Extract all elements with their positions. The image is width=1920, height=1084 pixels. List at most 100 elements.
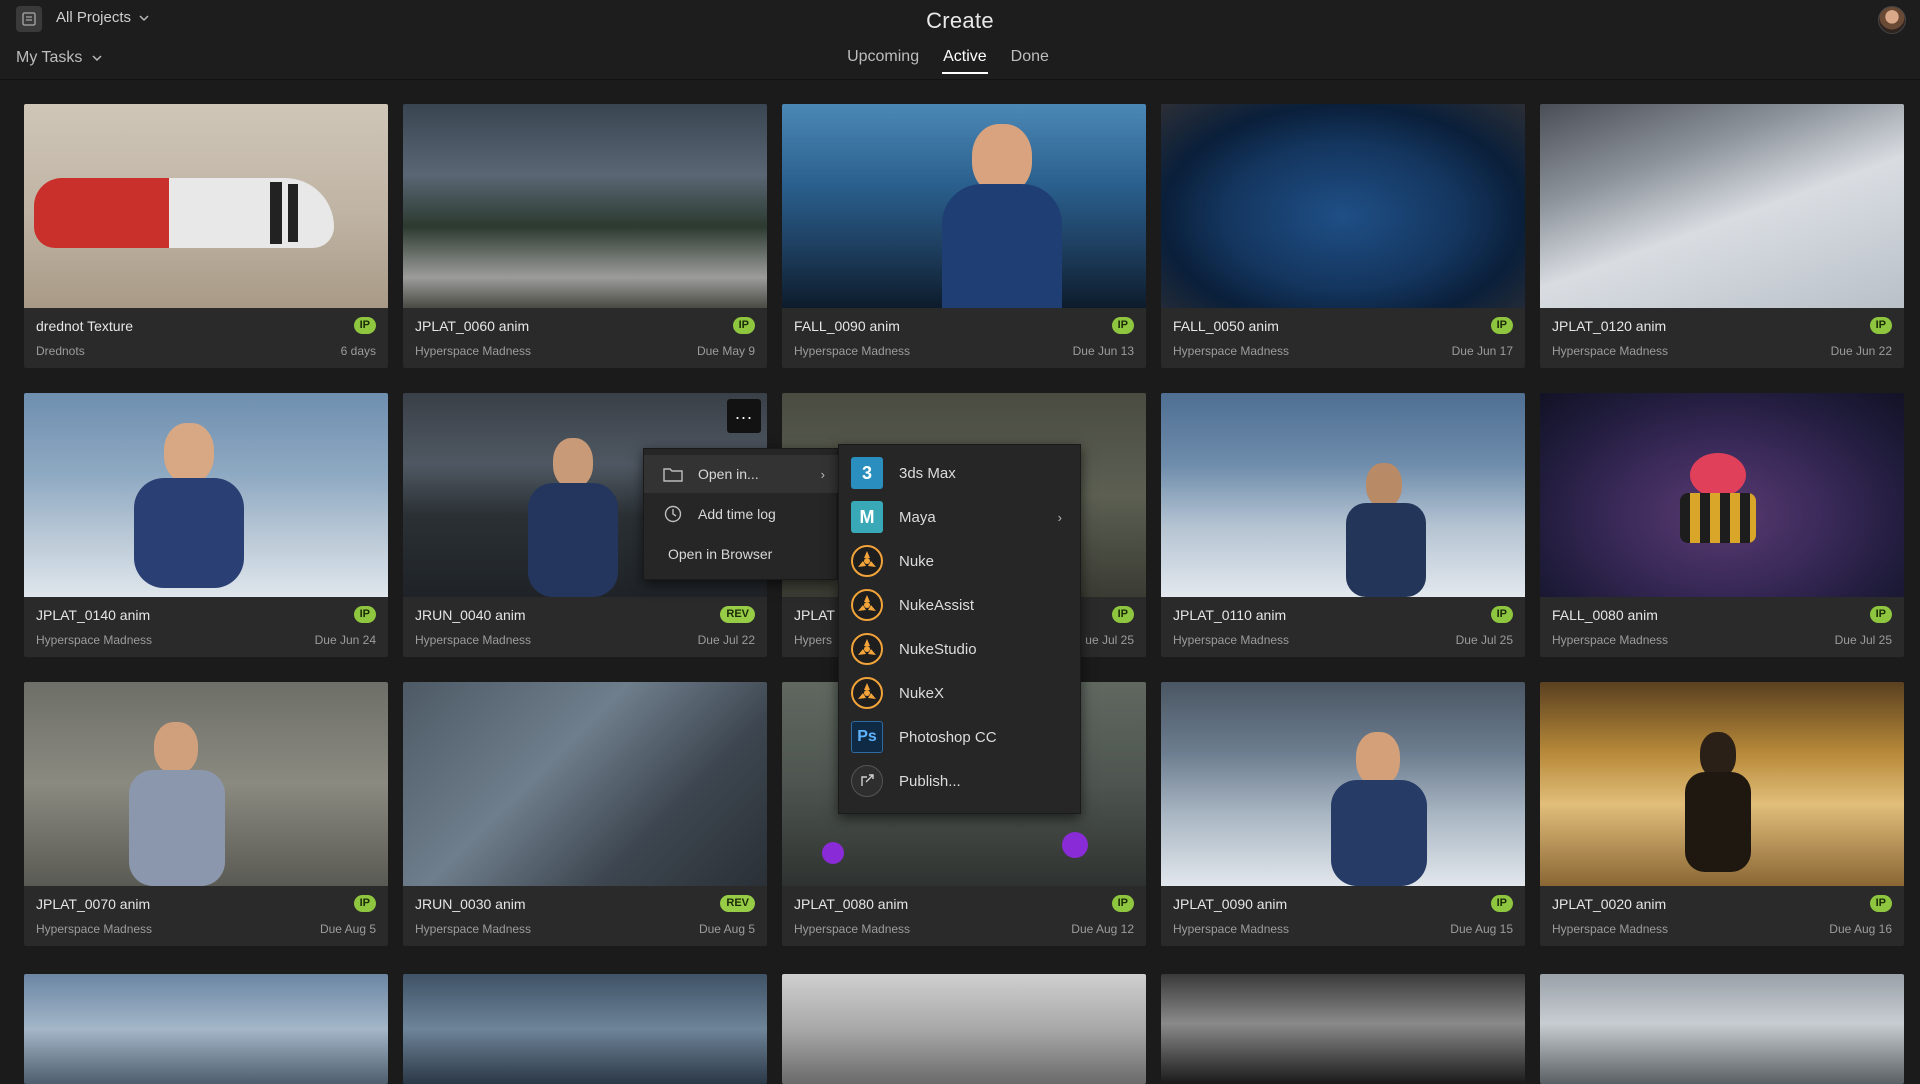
submenu-item-photoshop[interactable]: Ps Photoshop CC bbox=[839, 715, 1082, 759]
task-project: Hyperspace Madness bbox=[794, 344, 911, 358]
task-project: Hyperspace Madness bbox=[1552, 633, 1669, 647]
task-due-date: Due Jul 25 bbox=[1834, 633, 1892, 647]
task-title: JPLAT_0060 anim bbox=[415, 318, 530, 334]
submenu-item-label: NukeX bbox=[899, 684, 945, 702]
task-due-date: Due Jun 24 bbox=[314, 633, 376, 647]
task-card[interactable] bbox=[1161, 974, 1525, 1084]
task-due-date: Due May 9 bbox=[696, 344, 755, 358]
submenu-item-nukex[interactable]: NukeX bbox=[839, 671, 1082, 715]
task-project: Hyperspace Madness bbox=[794, 922, 911, 936]
task-project: Hyperspace Madness bbox=[415, 344, 532, 358]
3dsmax-icon: 3 bbox=[851, 457, 883, 489]
card-more-button[interactable]: ... bbox=[727, 399, 761, 433]
tab-upcoming[interactable]: Upcoming bbox=[847, 48, 919, 72]
status-badge: IP bbox=[353, 606, 376, 623]
task-project: Hyperspace Madness bbox=[415, 633, 532, 647]
task-due-date: ue Jul 25 bbox=[1085, 633, 1134, 647]
task-thumbnail bbox=[1161, 682, 1525, 886]
task-thumbnail bbox=[1540, 393, 1904, 597]
task-project: Hyperspace Madness bbox=[1552, 922, 1669, 936]
menu-item-add-time-log[interactable]: Add time log bbox=[644, 495, 839, 533]
task-context-menu: Open in... › Add time log Open in Browse… bbox=[643, 448, 839, 580]
task-card[interactable]: FALL_0050 anim IP Hyperspace Madness Due… bbox=[1161, 104, 1525, 368]
task-thumbnail bbox=[1161, 974, 1525, 1084]
submenu-item-label: Maya bbox=[899, 508, 936, 526]
status-badge: IP bbox=[1869, 606, 1892, 623]
task-title: JPLAT_0120 anim bbox=[1552, 318, 1667, 334]
task-due-date: Due Aug 12 bbox=[1071, 922, 1134, 936]
task-card[interactable]: JPLAT_0060 anim IP Hyperspace Madness Du… bbox=[403, 104, 767, 368]
status-tabs: Upcoming Active Done bbox=[0, 48, 1920, 74]
task-project: Hyperspace Madness bbox=[1552, 344, 1669, 358]
task-thumbnail bbox=[24, 682, 388, 886]
status-badge: REV bbox=[720, 895, 755, 912]
menu-item-open-in-browser[interactable]: Open in Browser bbox=[644, 535, 839, 573]
task-thumbnail bbox=[403, 682, 767, 886]
clock-icon bbox=[662, 503, 684, 525]
task-card[interactable]: JRUN_0030 anim REV Hyperspace Madness Du… bbox=[403, 682, 767, 946]
task-card[interactable]: JPLAT_0140 anim IP Hyperspace Madness Du… bbox=[24, 393, 388, 657]
nukestudio-icon bbox=[851, 633, 883, 665]
task-card[interactable] bbox=[1540, 974, 1904, 1084]
task-title: JRUN_0030 anim bbox=[415, 896, 526, 912]
tab-active[interactable]: Active bbox=[942, 48, 988, 74]
tab-done[interactable]: Done bbox=[1011, 48, 1049, 72]
submenu-item-maya[interactable]: M Maya › bbox=[839, 495, 1082, 539]
task-card[interactable]: FALL_0080 anim IP Hyperspace Madness Due… bbox=[1540, 393, 1904, 657]
task-title: JPLAT_0090 anim bbox=[1173, 896, 1288, 912]
menu-item-open-in[interactable]: Open in... › bbox=[644, 455, 839, 493]
task-project: Hypers bbox=[794, 633, 833, 647]
folder-icon bbox=[662, 463, 684, 485]
task-title: FALL_0090 anim bbox=[794, 318, 900, 334]
submenu-item-label: NukeAssist bbox=[899, 596, 975, 614]
task-due-date: Due Jun 22 bbox=[1830, 344, 1892, 358]
submenu-item-nuke[interactable]: Nuke bbox=[839, 539, 1082, 583]
task-title: JPLAT_0070 anim bbox=[36, 896, 151, 912]
nuke-icon bbox=[851, 545, 883, 577]
app-header: All Projects My Tasks Create Upcoming Ac… bbox=[0, 0, 1920, 80]
task-thumbnail bbox=[1161, 104, 1525, 308]
task-card[interactable]: JPLAT_0120 anim IP Hyperspace Madness Du… bbox=[1540, 104, 1904, 368]
task-due-date: Due Aug 16 bbox=[1829, 922, 1892, 936]
task-card[interactable]: JPLAT_0020 anim IP Hyperspace Madness Du… bbox=[1540, 682, 1904, 946]
avatar[interactable] bbox=[1878, 6, 1906, 34]
status-badge: IP bbox=[1869, 317, 1892, 334]
task-thumbnail bbox=[782, 104, 1146, 308]
task-card[interactable]: JPLAT_0110 anim IP Hyperspace Madness Du… bbox=[1161, 393, 1525, 657]
task-card[interactable]: JPLAT_0070 anim IP Hyperspace Madness Du… bbox=[24, 682, 388, 946]
submenu-item-nukeassist[interactable]: NukeAssist bbox=[839, 583, 1082, 627]
task-card[interactable] bbox=[403, 974, 767, 1084]
maya-icon: M bbox=[851, 501, 883, 533]
task-card[interactable]: JPLAT_0090 anim IP Hyperspace Madness Du… bbox=[1161, 682, 1525, 946]
task-due-date: Due Jun 13 bbox=[1072, 344, 1134, 358]
submenu-item-nukestudio[interactable]: NukeStudio bbox=[839, 627, 1082, 671]
page-title: Create bbox=[926, 8, 994, 33]
task-card[interactable]: FALL_0090 anim IP Hyperspace Madness Due… bbox=[782, 104, 1146, 368]
submenu-item-label: Nuke bbox=[899, 552, 935, 570]
publish-icon bbox=[851, 765, 883, 797]
task-project: Hyperspace Madness bbox=[1173, 633, 1290, 647]
task-title: JPLAT_0140 anim bbox=[36, 607, 151, 623]
task-card[interactable] bbox=[782, 974, 1146, 1084]
task-thumbnail bbox=[1540, 104, 1904, 308]
status-badge: IP bbox=[1111, 606, 1134, 623]
status-badge: IP bbox=[1490, 895, 1513, 912]
menu-item-label: Open in... bbox=[698, 466, 759, 482]
task-thumbnail bbox=[24, 104, 388, 308]
status-badge: IP bbox=[1490, 317, 1513, 334]
status-badge: IP bbox=[1869, 895, 1892, 912]
task-title: FALL_0050 anim bbox=[1173, 318, 1279, 334]
task-card[interactable]: drednot Texture IP Drednots 6 days bbox=[24, 104, 388, 368]
task-thumbnail bbox=[782, 974, 1146, 1084]
task-project: Drednots bbox=[36, 344, 85, 358]
task-project: Hyperspace Madness bbox=[1173, 922, 1290, 936]
submenu-item-label: Publish... bbox=[899, 772, 961, 790]
task-due-date: Due Aug 5 bbox=[698, 922, 755, 936]
submenu-item-3dsmax[interactable]: 3 3ds Max bbox=[839, 451, 1082, 495]
task-project: Hyperspace Madness bbox=[36, 922, 153, 936]
task-card[interactable] bbox=[24, 974, 388, 1084]
task-thumbnail bbox=[403, 104, 767, 308]
nukeassist-icon bbox=[851, 589, 883, 621]
task-thumbnail bbox=[24, 393, 388, 597]
submenu-item-publish[interactable]: Publish... bbox=[839, 759, 1082, 803]
